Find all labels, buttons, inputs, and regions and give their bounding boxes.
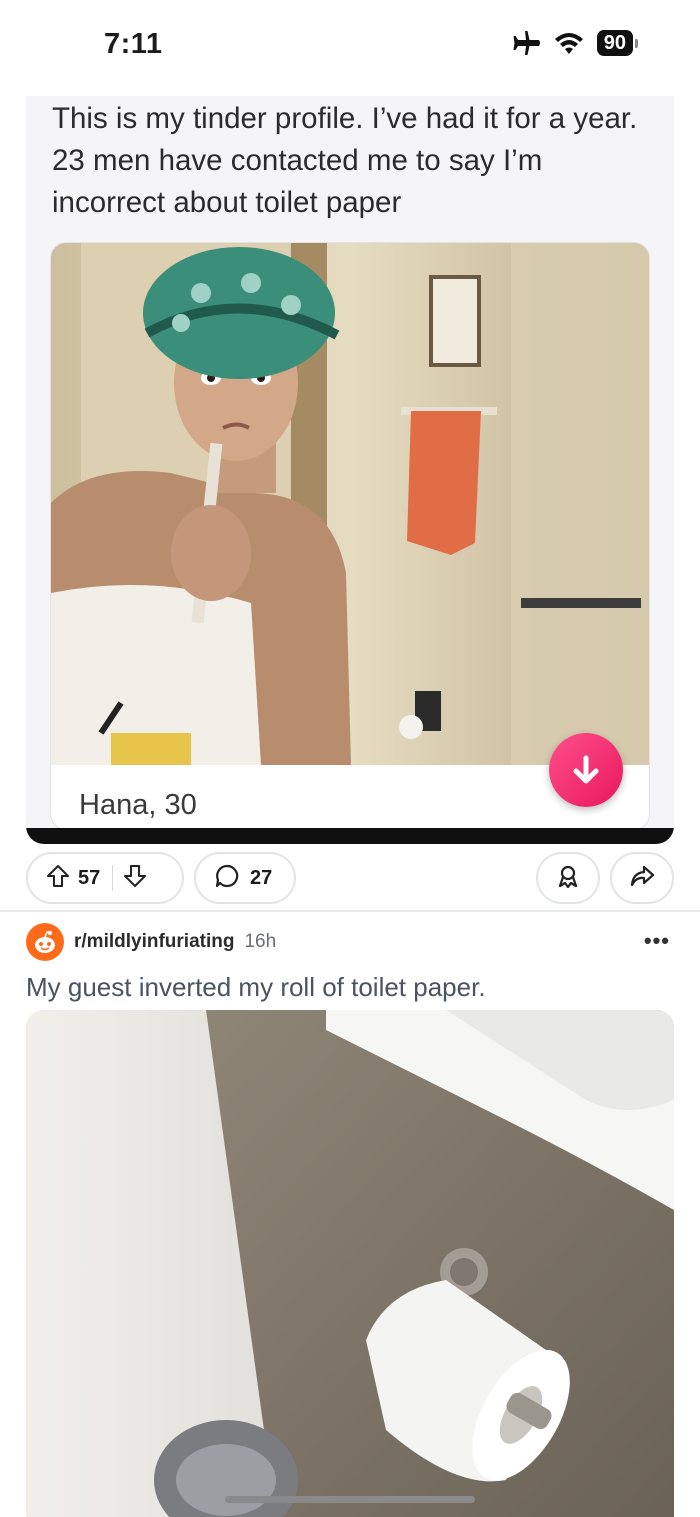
award-icon xyxy=(555,863,581,894)
profile-photo xyxy=(51,243,649,765)
more-options-button[interactable]: ••• xyxy=(644,928,670,954)
downvote-icon[interactable] xyxy=(123,864,147,893)
upvote-icon[interactable] xyxy=(46,864,70,893)
tinder-profile-card: Hana, 30 xyxy=(50,242,650,830)
post-action-bar: 57 27 xyxy=(26,852,674,904)
post-age: 16h xyxy=(244,931,277,952)
subreddit-name[interactable]: r/mildlyinfuriating xyxy=(74,931,234,953)
post-divider xyxy=(0,910,700,912)
toilet-paper-photo xyxy=(26,1010,674,1517)
wifi-icon xyxy=(553,31,585,55)
status-bar: 7:11 90 xyxy=(0,0,700,92)
upvote-count: 57 xyxy=(78,866,101,889)
image-bottom-bar xyxy=(26,828,674,844)
image-caption: This is my tinder profile. I’ve had it f… xyxy=(52,102,638,219)
battery-tip xyxy=(635,38,638,48)
post-image[interactable]: This is my tinder profile. I’ve had it f… xyxy=(26,96,674,844)
post-header: r/mildlyinfuriating 16h ••• xyxy=(26,922,674,962)
snoo-icon xyxy=(35,930,55,953)
award-button[interactable] xyxy=(536,852,600,904)
share-icon xyxy=(629,863,655,894)
comment-count: 27 xyxy=(250,866,273,889)
vote-pill: 57 xyxy=(26,852,184,904)
status-time: 7:11 xyxy=(104,28,163,60)
battery-level: 90 xyxy=(596,30,633,56)
profile-down-button xyxy=(549,733,623,807)
post-image[interactable] xyxy=(26,1010,674,1517)
vote-separator xyxy=(112,865,114,891)
home-indicator[interactable] xyxy=(225,1496,475,1503)
comment-icon xyxy=(214,863,240,894)
comments-button[interactable]: 27 xyxy=(194,852,296,904)
post-title[interactable]: My guest inverted my roll of toilet pape… xyxy=(26,972,486,1003)
airplane-icon xyxy=(511,30,541,56)
subreddit-avatar[interactable] xyxy=(26,923,64,961)
status-icons: 90 xyxy=(511,30,638,56)
battery-indicator: 90 xyxy=(596,30,638,56)
share-button[interactable] xyxy=(610,852,674,904)
arrow-down-icon xyxy=(573,755,599,784)
profile-name: Hana, 30 xyxy=(79,789,197,821)
